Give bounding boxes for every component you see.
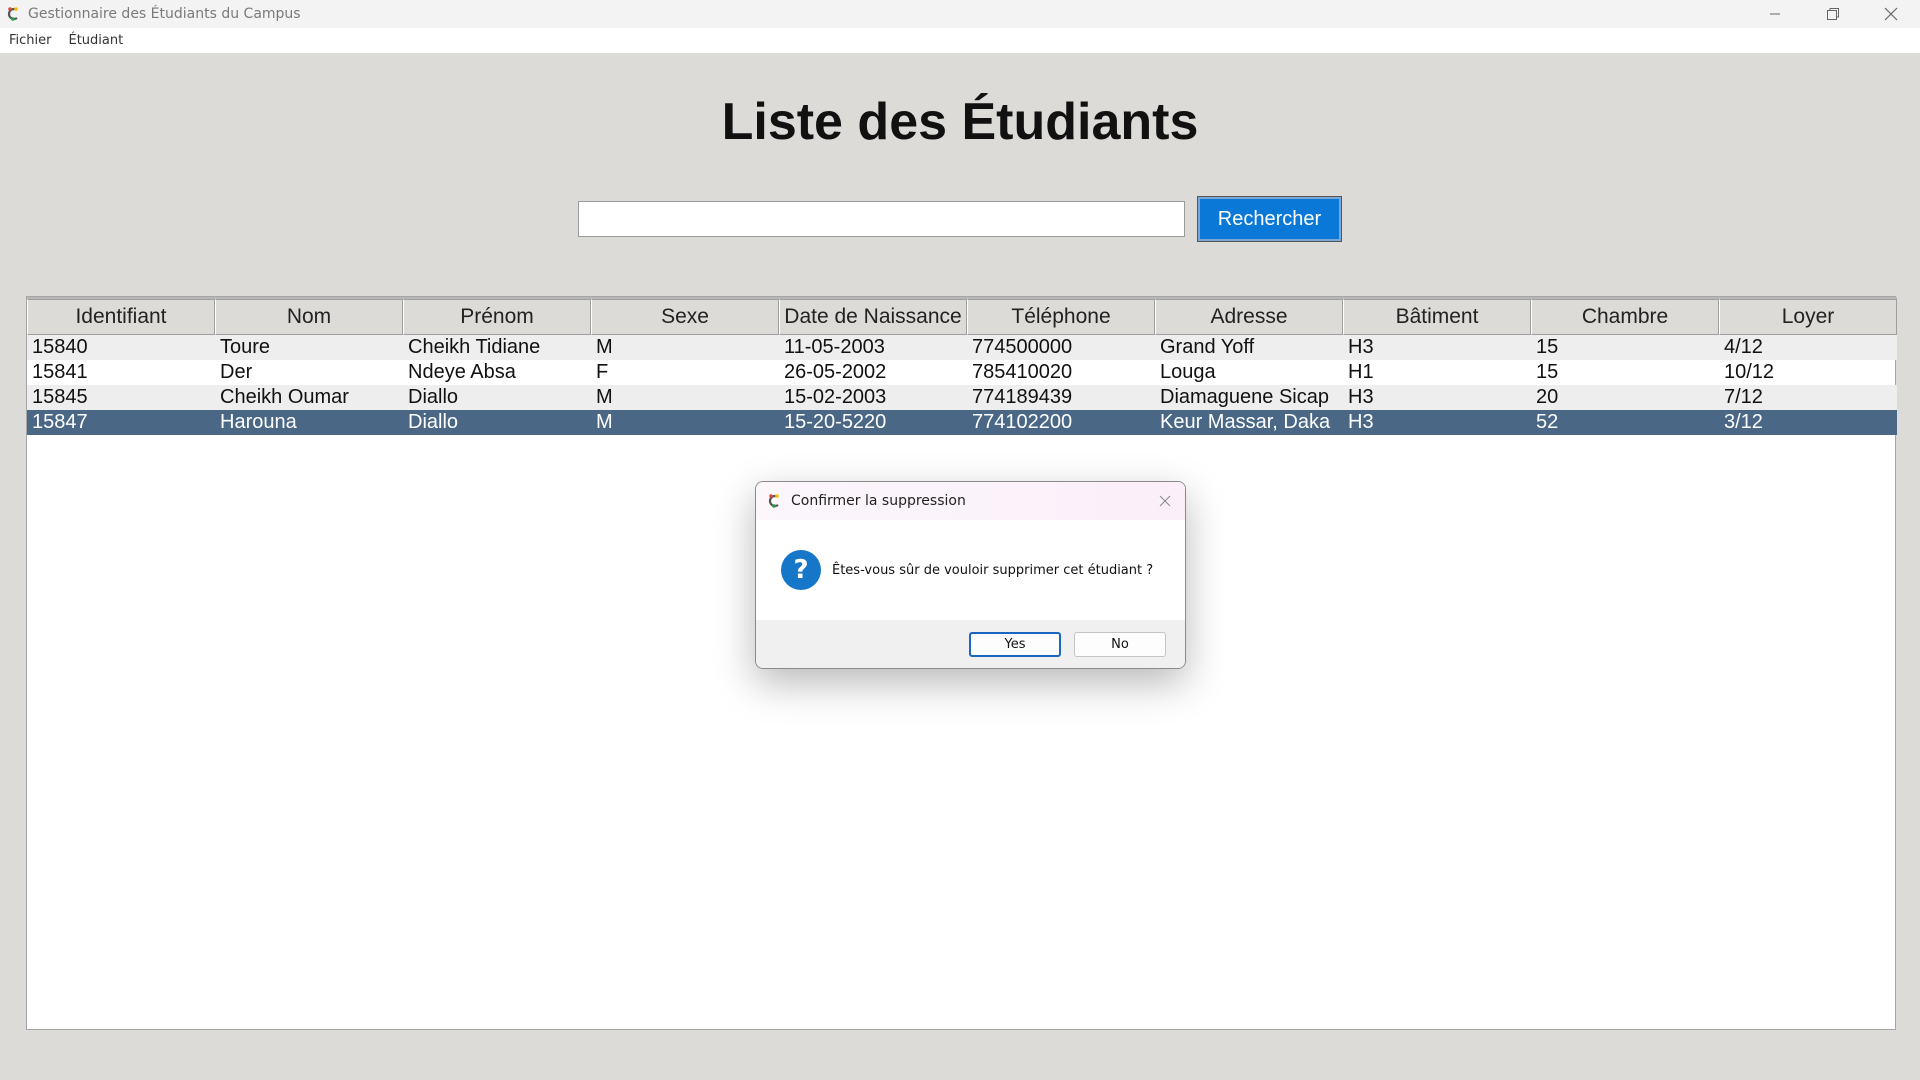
column-header-telephone[interactable]: Téléphone <box>967 299 1155 335</box>
close-icon[interactable] <box>1155 491 1175 511</box>
minimize-icon[interactable] <box>1746 0 1804 28</box>
dialog-title: Confirmer la suppression <box>791 493 966 509</box>
column-header-identifiant[interactable]: Identifiant <box>27 299 215 335</box>
search-input[interactable] <box>578 201 1185 237</box>
question-icon: ? <box>781 550 821 590</box>
table-cell: 15847 <box>32 411 88 433</box>
table-row[interactable]: 15840 Toure Cheikh Tidiane M 11-05-2003 … <box>27 335 1897 360</box>
table-cell: 26-05-2002 <box>784 361 887 383</box>
table-cell: Keur Massar, Daka <box>1160 411 1331 433</box>
table-cell: Cheikh Oumar <box>220 386 349 408</box>
table-cell: F <box>596 361 609 383</box>
column-header-loyer[interactable]: Loyer <box>1719 299 1897 335</box>
table-cell: H1 <box>1348 361 1374 383</box>
menu-etudiant[interactable]: Étudiant <box>60 33 132 48</box>
column-header-date-naissance[interactable]: Date de Naissance <box>779 299 967 335</box>
table-cell: Diamaguene Sicap <box>1160 386 1329 408</box>
app-icon <box>767 493 783 509</box>
menu-fichier[interactable]: Fichier <box>0 33 60 48</box>
table-cell: 774500000 <box>972 336 1073 358</box>
table-cell: Der <box>220 361 253 383</box>
table-cell: 774189439 <box>972 386 1073 408</box>
window-title: Gestionnaire des Étudiants du Campus <box>28 6 301 22</box>
column-header-sexe[interactable]: Sexe <box>591 299 779 335</box>
table-row-selected[interactable]: 15847 Harouna Diallo M 15-20-5220 774102… <box>27 410 1897 435</box>
table-cell: Harouna <box>220 411 297 433</box>
restore-icon[interactable] <box>1804 0 1862 28</box>
table-cell: 7/12 <box>1724 386 1763 408</box>
table-cell: Toure <box>220 336 271 358</box>
table-cell: M <box>596 411 613 433</box>
dialog-body: ? Êtes-vous sûr de vouloir supprimer cet… <box>756 520 1185 620</box>
table-cell: Cheikh Tidiane <box>408 336 541 358</box>
table-cell: 15840 <box>32 336 88 358</box>
table-cell: 15 <box>1536 336 1559 358</box>
table-cell: M <box>596 386 613 408</box>
dialog-footer: Yes No <box>756 620 1185 668</box>
app-icon <box>4 5 22 23</box>
table-cell: M <box>596 336 613 358</box>
table-cell: 15-02-2003 <box>784 386 887 408</box>
table-cell: 774102200 <box>972 411 1073 433</box>
table-cell: Grand Yoff <box>1160 336 1255 358</box>
table-row[interactable]: 15841 Der Ndeye Absa F 26-05-2002 785410… <box>27 360 1897 385</box>
table-cell: H3 <box>1348 411 1374 433</box>
page-title: Liste des Étudiants <box>721 93 1199 151</box>
table-header: Identifiant Nom Prénom Sexe Date de Nais… <box>27 297 1897 335</box>
table-cell: H3 <box>1348 386 1374 408</box>
table-cell: 52 <box>1536 411 1559 433</box>
column-header-batiment[interactable]: Bâtiment <box>1343 299 1531 335</box>
table-cell: Louga <box>1160 361 1216 383</box>
yes-button[interactable]: Yes <box>969 632 1061 657</box>
column-header-adresse[interactable]: Adresse <box>1155 299 1343 335</box>
table-cell: 15-20-5220 <box>784 411 887 433</box>
column-header-nom[interactable]: Nom <box>215 299 403 335</box>
table-cell: 10/12 <box>1724 361 1775 383</box>
search-button[interactable]: Rechercher <box>1197 196 1342 242</box>
column-header-chambre[interactable]: Chambre <box>1531 299 1719 335</box>
table-cell: Diallo <box>408 411 459 433</box>
table-cell: Diallo <box>408 386 459 408</box>
confirm-delete-dialog: Confirmer la suppression ? Êtes-vous sûr… <box>755 481 1186 669</box>
close-icon[interactable] <box>1862 0 1920 28</box>
table-cell: 15845 <box>32 386 88 408</box>
table-cell: 785410020 <box>972 361 1073 383</box>
table-cell: 20 <box>1536 386 1559 408</box>
no-button[interactable]: No <box>1074 632 1166 657</box>
menu-bar: Fichier Étudiant <box>0 28 1920 53</box>
table-body: 15840 Toure Cheikh Tidiane M 11-05-2003 … <box>27 335 1897 435</box>
table-cell: 3/12 <box>1724 411 1763 433</box>
table-cell: 11-05-2003 <box>784 336 885 358</box>
table-cell: 15 <box>1536 361 1559 383</box>
table-row[interactable]: 15845 Cheikh Oumar Diallo M 15-02-2003 7… <box>27 385 1897 410</box>
dialog-titlebar: Confirmer la suppression <box>756 482 1185 520</box>
column-header-prenom[interactable]: Prénom <box>403 299 591 335</box>
window-titlebar: Gestionnaire des Étudiants du Campus <box>0 0 1920 28</box>
table-cell: H3 <box>1348 336 1374 358</box>
table-cell: Ndeye Absa <box>408 361 516 383</box>
table-cell: 15841 <box>32 361 88 383</box>
dialog-message: Êtes-vous sûr de vouloir supprimer cet é… <box>832 562 1154 578</box>
table-cell: 4/12 <box>1724 336 1763 358</box>
